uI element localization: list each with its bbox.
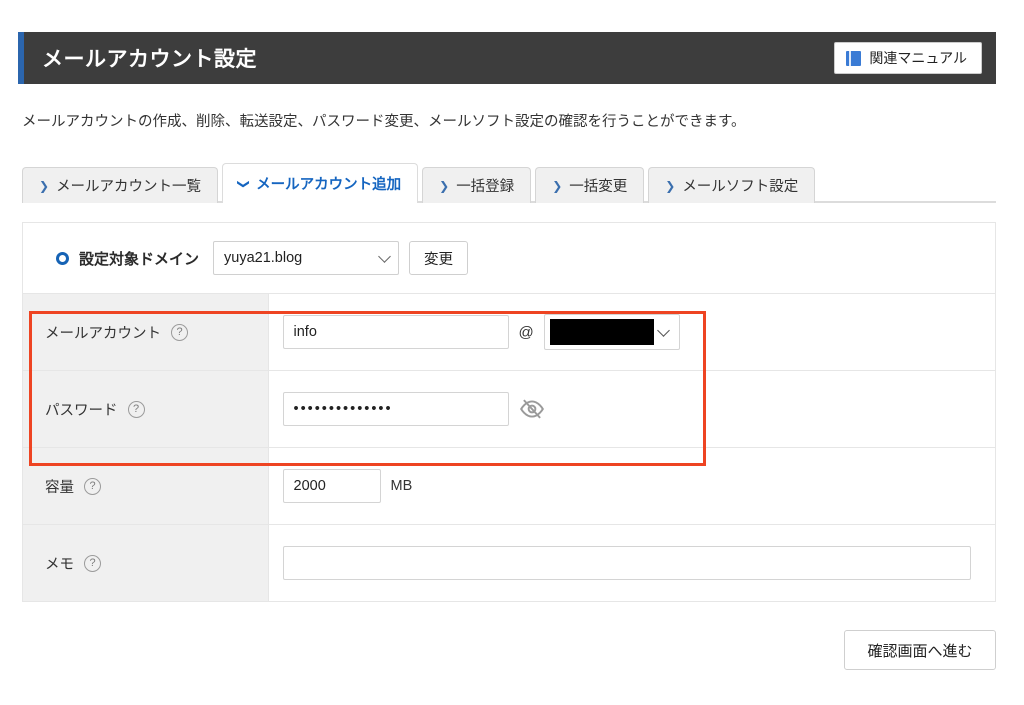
field-label-password: パスワード ? [23, 370, 269, 448]
tab-bulk-register[interactable]: ❯ 一括登録 [422, 167, 532, 203]
domain-select-value: yuya21.blog [224, 250, 303, 266]
book-icon [846, 50, 862, 66]
question-mark-icon[interactable]: ? [84, 477, 101, 495]
tab-mail-account-list[interactable]: ❯ メールアカウント一覧 [22, 167, 219, 203]
tab-label: 一括変更 [569, 179, 628, 195]
radio-selected-icon[interactable] [56, 251, 69, 265]
table-row-mail-account: メールアカウント ? @ [23, 294, 995, 371]
field-label-text: パスワード [45, 402, 118, 419]
mail-account-input[interactable] [282, 315, 509, 349]
tab-label: 一括登録 [456, 179, 515, 195]
chevron-down-icon [378, 250, 391, 263]
table-row-capacity: 容量 ? MB [23, 447, 995, 525]
redaction-bar [549, 319, 654, 345]
chevron-right-icon: ❯ [665, 178, 676, 193]
table-row-password: パスワード ? [23, 370, 995, 448]
chevron-right-icon: ❯ [552, 178, 563, 193]
field-label-text: メモ [45, 556, 74, 573]
domain-select[interactable]: yuya21.blog [213, 241, 400, 275]
account-fields-table: メールアカウント ? @ [23, 294, 995, 601]
memo-input[interactable] [282, 546, 971, 580]
field-label-text: メールアカウント [45, 325, 161, 342]
chevron-right-icon: ❯ [439, 178, 450, 193]
question-mark-icon[interactable]: ? [127, 400, 145, 418]
chevron-down-icon [656, 324, 670, 337]
field-label-mail-account: メールアカウント ? [23, 294, 269, 371]
eye-off-icon[interactable] [519, 396, 545, 422]
tab-label: メールアカウント一覧 [56, 179, 202, 195]
chevron-right-icon: ❯ [39, 178, 50, 193]
field-label-text: 容量 [45, 479, 74, 496]
tab-label: メールソフト設定 [682, 179, 799, 195]
field-label-memo: メモ ? [23, 524, 269, 601]
related-manual-button[interactable]: 関連マニュアル [834, 42, 982, 74]
page-header: メールアカウント設定 関連マニュアル [18, 32, 996, 84]
proceed-to-confirmation-button[interactable]: 確認画面へ進む [844, 630, 996, 670]
capacity-input[interactable] [282, 469, 381, 503]
change-domain-button[interactable]: 変更 [409, 241, 469, 275]
question-mark-icon[interactable]: ? [84, 554, 101, 572]
tab-mail-software-settings[interactable]: ❯ メールソフト設定 [648, 167, 816, 203]
page-description: メールアカウントの作成、削除、転送設定、パスワード変更、メールソフト設定の確認を… [22, 114, 746, 130]
capacity-unit-label: MB [390, 478, 413, 494]
page-title: メールアカウント設定 [42, 48, 257, 71]
tab-bar: ❯ メールアカウント一覧 ❯ メールアカウント追加 ❯ 一括登録 ❯ 一括変更 … [22, 161, 996, 203]
at-sign-label: @ [518, 323, 534, 341]
target-domain-label: 設定対象ドメイン [79, 250, 200, 268]
chevron-down-icon: ❯ [237, 178, 252, 189]
password-input[interactable] [282, 392, 509, 426]
tab-mail-account-add[interactable]: ❯ メールアカウント追加 [222, 163, 419, 203]
field-label-capacity: 容量 ? [23, 447, 269, 525]
related-manual-label: 関連マニュアル [869, 50, 967, 66]
target-domain-row: 設定対象ドメイン yuya21.blog 変更 [23, 223, 995, 294]
question-mark-icon[interactable]: ? [171, 323, 188, 341]
mail-account-form-panel: 設定対象ドメイン yuya21.blog 変更 メールアカウント ? @ [22, 222, 996, 602]
submit-area: 確認画面へ進む [22, 630, 996, 670]
mail-domain-select[interactable] [543, 314, 680, 350]
tab-bulk-change[interactable]: ❯ 一括変更 [535, 167, 645, 203]
table-row-memo: メモ ? [23, 524, 995, 601]
tab-label: メールアカウント追加 [256, 177, 402, 193]
